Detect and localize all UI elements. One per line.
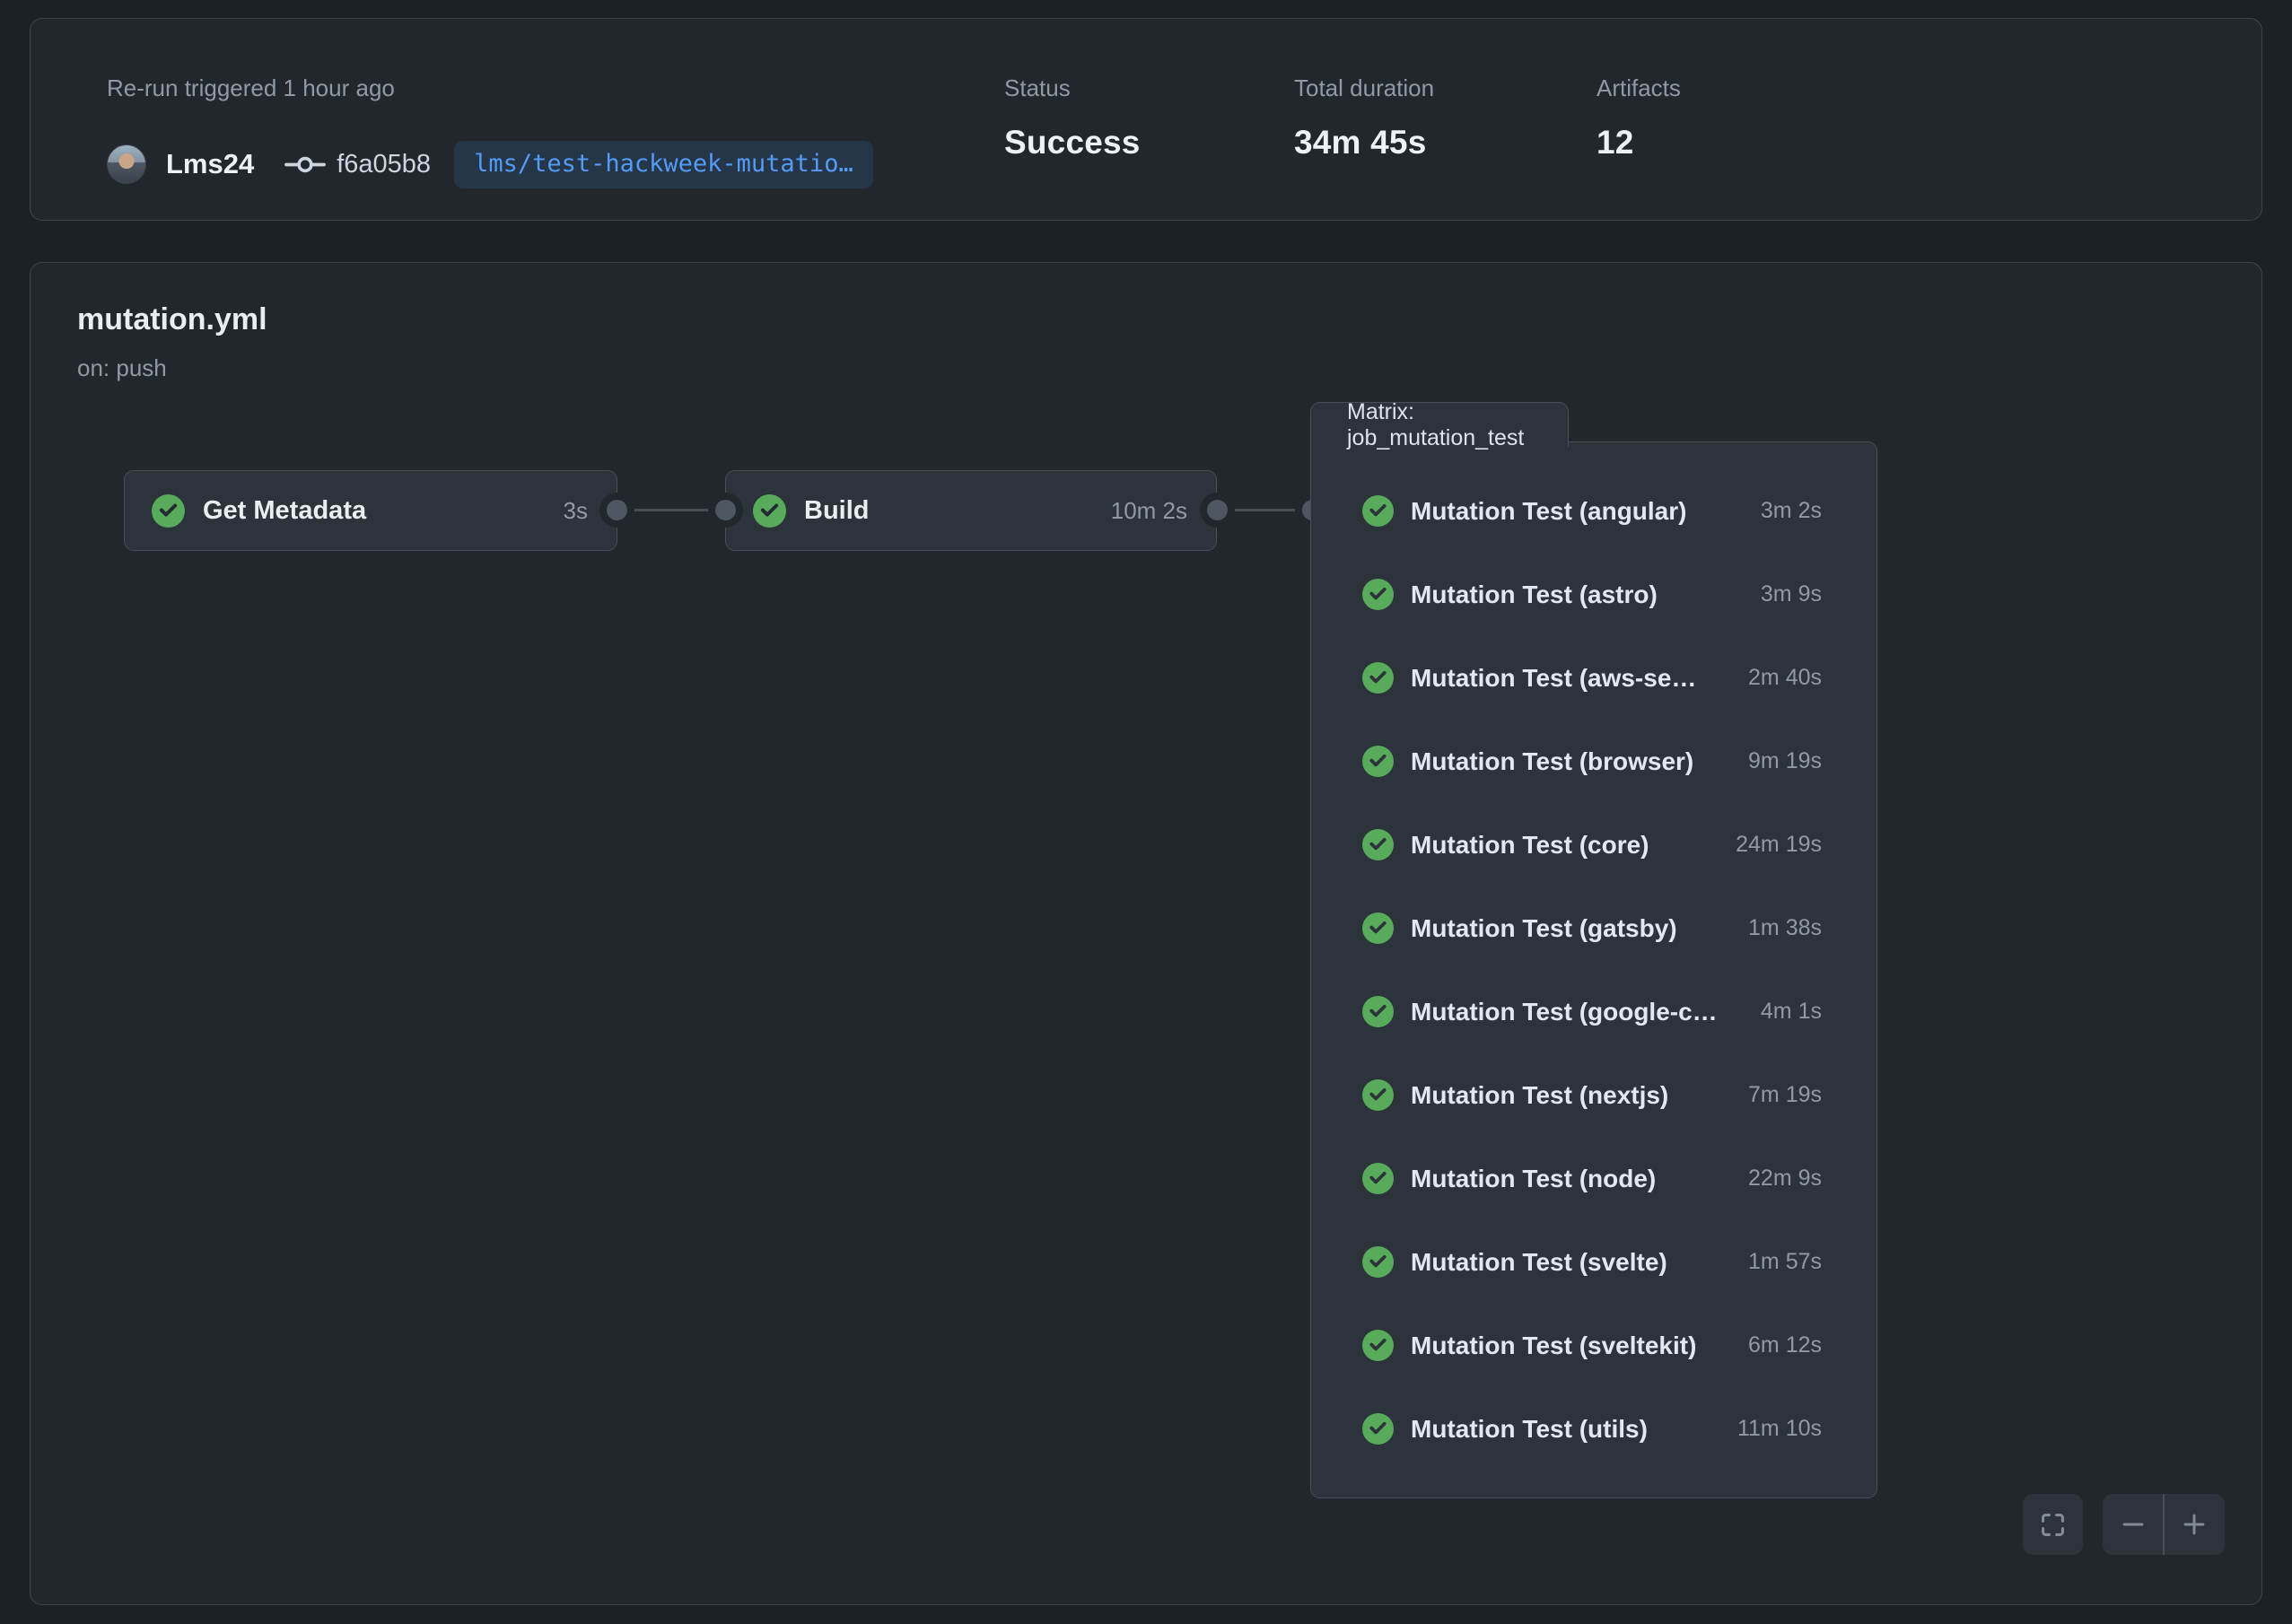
- matrix-group-label: Matrix: job_mutation_test: [1310, 402, 1569, 447]
- matrix-job-duration: 6m 12s: [1748, 1332, 1822, 1358]
- matrix-job-duration: 24m 19s: [1736, 832, 1822, 858]
- matrix-job-row[interactable]: Mutation Test (node) 22m 9s: [1362, 1137, 1822, 1220]
- success-check-icon: [1362, 996, 1394, 1027]
- matrix-job-duration: 1m 57s: [1748, 1249, 1822, 1275]
- stat-total-duration: Total duration 34m 45s: [1294, 74, 1597, 162]
- matrix-job-row[interactable]: Mutation Test (browser) 9m 19s: [1362, 720, 1822, 803]
- matrix-job-duration: 3m 2s: [1761, 498, 1822, 524]
- job-name: Get Metadata: [203, 496, 366, 526]
- stat-artifacts: Artifacts 12: [1597, 74, 1681, 162]
- success-check-icon: [1362, 662, 1394, 694]
- job-duration: 10m 2s: [1111, 497, 1187, 525]
- matrix-job-name: Mutation Test (browser): [1411, 747, 1693, 776]
- job-name: Build: [804, 496, 870, 526]
- matrix-job-list: Mutation Test (angular) 3m 2s Mutation T…: [1310, 441, 1877, 1498]
- success-check-icon: [1362, 495, 1394, 527]
- stat-status: Status Success: [1004, 74, 1294, 162]
- matrix-job-duration: 9m 19s: [1748, 748, 1822, 774]
- matrix-job-duration: 7m 19s: [1748, 1082, 1822, 1108]
- commit-row: Lms24 f6a05b8 lms/test-hackweek-mutatio…: [107, 137, 873, 191]
- success-check-icon: [1362, 579, 1394, 610]
- matrix-job-row[interactable]: Mutation Test (svelte) 1m 57s: [1362, 1220, 1822, 1304]
- matrix-job-row[interactable]: Mutation Test (astro) 3m 9s: [1362, 553, 1822, 636]
- workflow-run-page: Re-run triggered 1 hour ago Lms24 f6a05b…: [0, 0, 2292, 1624]
- success-check-icon: [1362, 1413, 1394, 1445]
- workflow-trigger: on: push: [77, 354, 167, 382]
- matrix-job-row[interactable]: Mutation Test (aws-se… 2m 40s: [1362, 636, 1822, 720]
- matrix-job-name: Mutation Test (core): [1411, 831, 1649, 860]
- matrix-job-row[interactable]: Mutation Test (google-c… 4m 1s: [1362, 970, 1822, 1053]
- success-check-icon: [1362, 746, 1394, 777]
- fullscreen-icon: [2037, 1509, 2069, 1541]
- job-node-get-metadata[interactable]: Get Metadata 3s: [124, 470, 617, 551]
- run-summary-card: Re-run triggered 1 hour ago Lms24 f6a05b…: [30, 18, 2262, 221]
- run-stats: Status Success Total duration 34m 45s Ar…: [1004, 74, 1681, 162]
- success-check-icon: [152, 494, 185, 528]
- success-check-icon: [1362, 1246, 1394, 1278]
- matrix-job-duration: 11m 10s: [1737, 1416, 1822, 1442]
- success-check-icon: [753, 494, 786, 528]
- matrix-job-name: Mutation Test (google-c…: [1411, 998, 1718, 1026]
- matrix-job-name: Mutation Test (utils): [1411, 1415, 1648, 1444]
- zoom-controls: [2103, 1494, 2225, 1555]
- success-check-icon: [1362, 912, 1394, 944]
- success-check-icon: [1362, 1079, 1394, 1111]
- total-duration-value: 34m 45s: [1294, 124, 1597, 162]
- matrix-job-row[interactable]: Mutation Test (angular) 3m 2s: [1362, 469, 1822, 553]
- matrix-job-name: Mutation Test (node): [1411, 1165, 1656, 1193]
- matrix-job-duration: 2m 40s: [1748, 665, 1822, 691]
- stat-label: Artifacts: [1597, 74, 1681, 102]
- artifacts-count: 12: [1597, 124, 1681, 162]
- matrix-job-duration: 1m 38s: [1748, 915, 1822, 941]
- stat-label: Status: [1004, 74, 1294, 102]
- actor-link[interactable]: Lms24: [166, 148, 254, 180]
- success-check-icon: [1362, 829, 1394, 860]
- stat-label: Total duration: [1294, 74, 1597, 102]
- matrix-job-duration: 22m 9s: [1748, 1166, 1822, 1192]
- plus-icon: [2179, 1509, 2209, 1540]
- connector-dot: [1207, 500, 1228, 520]
- fullscreen-button[interactable]: [2023, 1494, 2083, 1555]
- status-value: Success: [1004, 124, 1294, 162]
- zoom-out-button[interactable]: [2103, 1494, 2163, 1555]
- commit-icon: [284, 151, 326, 179]
- matrix-job-name: Mutation Test (svelte): [1411, 1248, 1667, 1277]
- avatar[interactable]: [107, 144, 146, 184]
- branch-badge[interactable]: lms/test-hackweek-mutatio…: [454, 141, 873, 188]
- commit-sha-link[interactable]: f6a05b8: [337, 150, 431, 179]
- minus-icon: [2118, 1509, 2148, 1540]
- success-check-icon: [1362, 1163, 1394, 1194]
- run-triggered-text: Re-run triggered 1 hour ago: [107, 74, 395, 102]
- matrix-job-row[interactable]: Mutation Test (utils) 11m 10s: [1362, 1387, 1822, 1471]
- matrix-job-row[interactable]: Mutation Test (core) 24m 19s: [1362, 803, 1822, 886]
- matrix-job-name: Mutation Test (gatsby): [1411, 914, 1677, 943]
- matrix-job-name: Mutation Test (nextjs): [1411, 1081, 1668, 1110]
- workflow-file-name: mutation.yml: [77, 302, 267, 337]
- matrix-job-name: Mutation Test (astro): [1411, 581, 1658, 609]
- success-check-icon: [1362, 1330, 1394, 1361]
- zoom-in-button[interactable]: [2165, 1494, 2225, 1555]
- connector-dot: [715, 500, 736, 520]
- workflow-graph-card: mutation.yml on: push Get Metadata 3s Bu…: [30, 262, 2262, 1605]
- job-duration: 3s: [564, 497, 588, 525]
- matrix-job-duration: 4m 1s: [1761, 999, 1822, 1025]
- matrix-job-name: Mutation Test (angular): [1411, 497, 1686, 526]
- matrix-job-name: Mutation Test (aws-se…: [1411, 664, 1696, 693]
- matrix-job-row[interactable]: Mutation Test (gatsby) 1m 38s: [1362, 886, 1822, 970]
- matrix-job-name: Mutation Test (sveltekit): [1411, 1332, 1696, 1360]
- matrix-job-duration: 3m 9s: [1761, 581, 1822, 607]
- matrix-job-row[interactable]: Mutation Test (nextjs) 7m 19s: [1362, 1053, 1822, 1137]
- matrix-job-row[interactable]: Mutation Test (sveltekit) 6m 12s: [1362, 1304, 1822, 1387]
- connector-dot: [607, 500, 627, 520]
- job-node-build[interactable]: Build 10m 2s: [725, 470, 1217, 551]
- connector-line: [1217, 509, 1312, 511]
- connector-line: [617, 509, 726, 511]
